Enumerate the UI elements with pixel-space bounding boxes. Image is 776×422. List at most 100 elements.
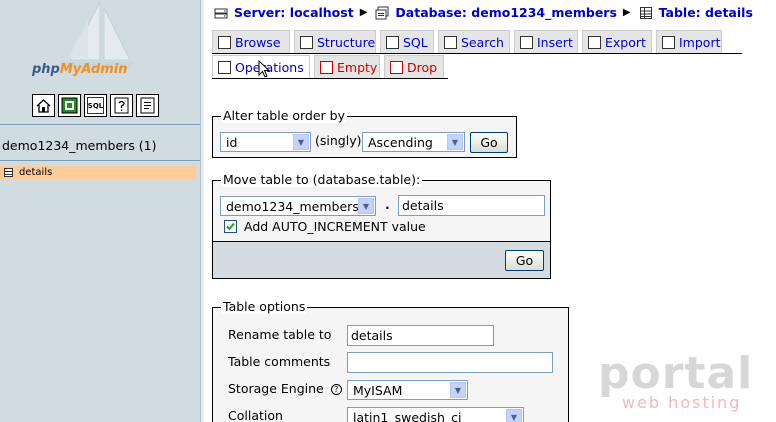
table-icon [4,168,13,177]
rename-table-input[interactable]: details [347,325,494,346]
tab-structure[interactable]: Structure [294,30,376,53]
chevron-down-icon: ▼ [293,134,309,150]
tab-bar-secondary: Operations Empty Drop [212,55,444,78]
alter-order-legend: Alter table order by [221,108,347,123]
operations-icon [218,60,231,74]
auto-increment-label: Add AUTO_INCREMENT value [244,219,426,234]
storage-engine-label-text: Storage Engine [228,381,324,396]
storage-engine-label: Storage Engine ? [228,381,342,396]
export-icon [588,35,601,49]
target-database-value: demo1234_members [226,198,359,214]
breadcrumb-table[interactable]: Table: details [638,5,753,20]
table-comments-label: Table comments [228,354,331,369]
chevron-down-icon: ▼ [450,382,466,398]
checkmark-icon [226,222,235,231]
tab-drop-label: Drop [407,59,438,75]
tab-sql-label: SQL [403,34,428,50]
tab-insert[interactable]: Insert [514,30,578,53]
tab-drop[interactable]: Drop [384,55,444,78]
singly-label: (singly) [315,133,362,148]
alter-order-fieldset: Alter table order by id ▼ (singly) Ascen… [212,109,517,158]
browse-icon [218,35,231,49]
tab-search[interactable]: Search [438,30,510,53]
auto-increment-checkbox[interactable] [224,220,237,233]
target-database-select[interactable]: demo1234_members ▼ [220,196,376,216]
left-divider [0,160,200,161]
tab-sql[interactable]: SQL [380,30,434,53]
tab-empty[interactable]: Empty [314,55,380,78]
chevron-down-icon: ▼ [358,198,374,214]
tab-browse[interactable]: Browse [212,30,290,53]
exit-icon[interactable] [58,94,81,117]
sidebar-item-details[interactable]: details [0,166,196,179]
search-icon [444,35,457,49]
tab-search-label: Search [461,34,504,50]
collation-value: latin1_swedish_ci [353,409,462,422]
order-direction-value: Ascending [368,134,433,150]
left-divider [0,124,200,125]
sidebar-item-label: details [19,167,53,178]
tab-export[interactable]: Export [582,30,652,53]
tab-browse-label: Browse [235,34,281,50]
server-icon [214,5,228,20]
breadcrumb-arrow-icon: ▶ [359,7,368,18]
table-options-fieldset: Table options Rename table to details Ta… [212,300,569,422]
dot-separator: . [385,197,390,212]
documentation-icon[interactable] [136,94,159,117]
phpmyadmin-logo[interactable]: phpMyAdmin [32,62,128,77]
chevron-down-icon: ▼ [506,409,522,422]
order-column-select[interactable]: id ▼ [220,132,311,152]
tab-insert-label: Insert [537,34,573,50]
quick-links-toolbar: SQL [32,94,159,117]
sql-query-icon[interactable]: SQL [84,94,107,117]
tab-export-label: Export [605,34,646,50]
tab-import-label: Import [679,34,721,50]
storage-engine-value: MyISAM [353,382,403,398]
empty-icon [320,60,333,74]
tab-bar-underline [212,78,448,79]
tab-bar-primary: Browse Structure SQL Search Insert Expor… [212,30,722,53]
tab-structure-label: Structure [317,34,376,50]
tab-import[interactable]: Import [656,30,722,53]
help-icon[interactable]: ? [330,384,342,395]
frame-splitter[interactable] [200,0,204,422]
structure-icon [300,35,313,49]
breadcrumb: Server: localhost ▶ Database: demo1234_m… [214,5,753,20]
move-table-fieldset: Move table to (database.table): demo1234… [212,173,551,242]
insert-icon [520,35,533,49]
breadcrumb-arrow-icon: ▶ [622,7,631,18]
tab-bar-underline [212,53,742,54]
storage-engine-select[interactable]: MyISAM ▼ [347,380,468,400]
breadcrumb-server-label: Server: localhost [234,5,354,20]
navigation-frame: phpMyAdmin SQL demo1234_members (1) deta… [0,0,200,422]
database-link[interactable]: demo1234_members (1) [2,138,157,153]
help-icon[interactable] [110,94,133,117]
sql-icon [386,35,399,49]
import-icon [662,35,675,49]
breadcrumb-database[interactable]: Database: demo1234_members [375,5,617,20]
logo-text-php: php [32,62,60,77]
alter-order-go-button[interactable]: Go [470,132,508,153]
watermark-brand: portal [598,348,754,399]
tab-empty-label: Empty [337,59,378,75]
collation-label: Collation [228,408,283,422]
order-column-value: id [226,134,238,150]
move-table-footer: Go [212,242,551,279]
table-comments-input[interactable] [347,352,553,373]
logo-text-myadmin: MyAdmin [59,62,128,77]
breadcrumb-server[interactable]: Server: localhost [214,5,354,20]
breadcrumb-table-label: Table: details [658,5,753,20]
move-table-legend: Move table to (database.table): [221,172,423,187]
home-icon[interactable] [32,94,55,117]
database-icon [375,5,390,20]
sql-query-icon-label: SQL [87,97,104,114]
chevron-down-icon: ▼ [447,134,463,150]
collation-select[interactable]: latin1_swedish_ci ▼ [347,407,524,422]
mouse-cursor-icon [258,60,271,78]
rename-table-label: Rename table to [228,327,332,342]
table-options-legend: Table options [221,299,308,314]
target-table-input[interactable]: details [398,195,545,216]
breadcrumb-database-label: Database: demo1234_members [395,5,617,20]
move-table-go-button[interactable]: Go [505,250,544,271]
order-direction-select[interactable]: Ascending ▼ [362,132,465,152]
